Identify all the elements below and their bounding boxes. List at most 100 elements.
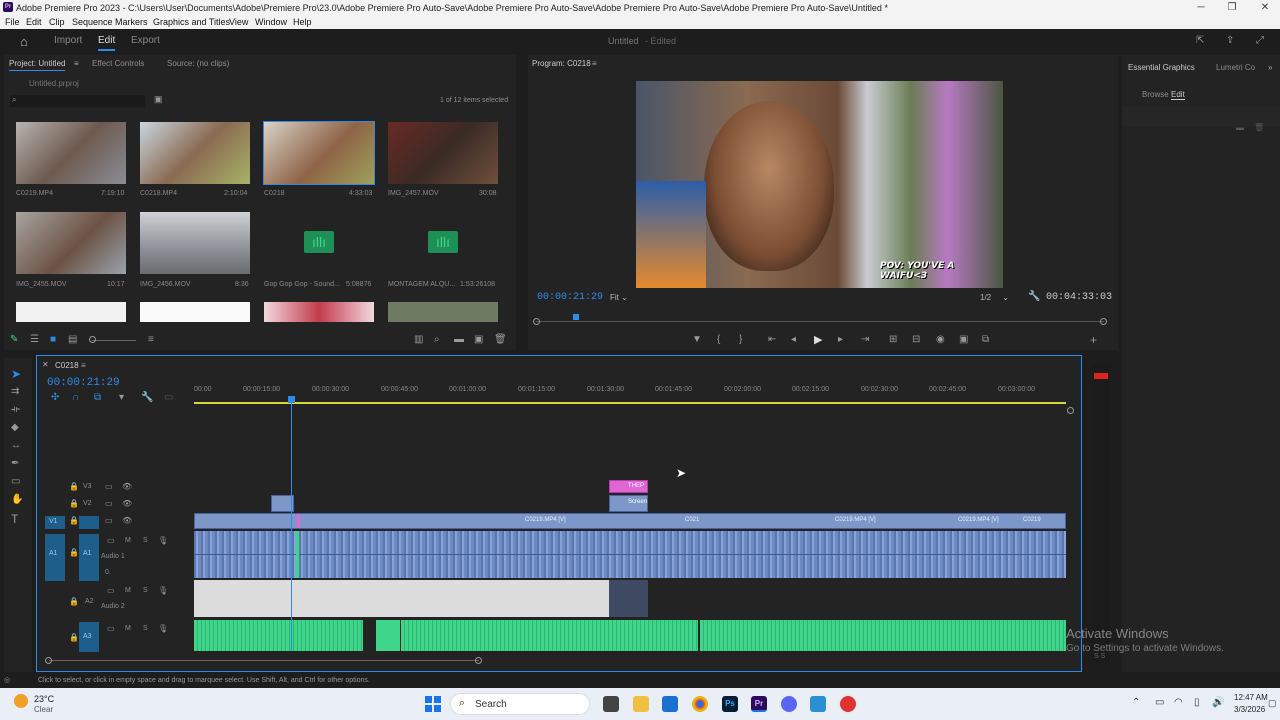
add-marker-icon[interactable]: ▼: [692, 334, 702, 345]
thumbnail-partial[interactable]: [264, 302, 374, 322]
monitor-scrubber[interactable]: [536, 321, 1104, 322]
menu-help[interactable]: Help: [293, 17, 312, 27]
find-icon[interactable]: ⌕: [434, 334, 440, 345]
thumbnail-c0218-seq[interactable]: [263, 121, 375, 185]
sync-lock-icon[interactable]: ▭: [107, 536, 115, 545]
music-clip-2[interactable]: [376, 620, 400, 651]
quick-export-icon[interactable]: ⇱: [1196, 35, 1204, 46]
eye-icon[interactable]: 👁: [122, 516, 132, 525]
automate-icon[interactable]: ▥: [414, 334, 423, 345]
menu-window[interactable]: Window: [255, 17, 287, 27]
music-clip-1[interactable]: [194, 620, 363, 651]
taskbar-search[interactable]: ⌕ Search: [450, 693, 590, 715]
start-button[interactable]: [425, 696, 441, 712]
tab-import[interactable]: Import: [54, 35, 82, 46]
playhead-line[interactable]: [291, 401, 292, 651]
menu-file[interactable]: File: [5, 17, 20, 27]
screen-clip[interactable]: Screen: [609, 495, 648, 512]
zoom-slider[interactable]: [92, 340, 136, 341]
thumbnail-gop-audio[interactable]: ıllı: [264, 212, 374, 274]
app-icon[interactable]: [810, 696, 826, 712]
nest-icon[interactable]: ✣: [51, 392, 59, 403]
sync-lock-icon[interactable]: ▭: [105, 516, 113, 525]
maximize-icon[interactable]: ❐: [1217, 0, 1247, 15]
panel-menu-icon[interactable]: ≡: [592, 59, 597, 68]
network-icon[interactable]: ▭: [1155, 697, 1164, 708]
sort-icon[interactable]: ≡: [148, 334, 154, 345]
tab-edit[interactable]: Edit: [98, 35, 116, 51]
a2-audio-clip[interactable]: [609, 580, 648, 617]
monitor-playhead[interactable]: [573, 314, 579, 320]
task-view-icon[interactable]: [603, 696, 619, 712]
vertical-scroll-handle[interactable]: [1067, 407, 1074, 414]
notification-icon[interactable]: ▢: [1268, 698, 1277, 709]
chrome-icon[interactable]: [692, 696, 708, 712]
play-icon[interactable]: ▶: [814, 333, 822, 346]
thumbnail-img2455[interactable]: [16, 212, 126, 274]
lock-icon[interactable]: 🔒: [69, 499, 79, 508]
work-area-bar[interactable]: [194, 402, 1066, 404]
search-input[interactable]: [10, 95, 145, 107]
video-preview[interactable]: POV: YOU'VE A WAIFU<3: [636, 81, 1003, 288]
slip-tool-icon[interactable]: ↔: [11, 440, 21, 451]
scroll-start-handle[interactable]: [45, 657, 52, 664]
share-icon[interactable]: ⇪: [1226, 35, 1234, 46]
menu-clip[interactable]: Clip: [49, 17, 65, 27]
thumbnail-img2457[interactable]: [388, 122, 498, 184]
sync-lock-icon[interactable]: ▭: [105, 482, 113, 491]
resolution-dropdown[interactable]: 1/2 ⌄: [980, 293, 1009, 302]
selection-tool-icon[interactable]: ➤: [11, 367, 21, 381]
tab-project[interactable]: Project: Untitled: [9, 59, 66, 71]
more-panels-icon[interactable]: »: [1268, 63, 1272, 72]
lock-icon[interactable]: 🔒: [69, 516, 79, 525]
new-bin-icon[interactable]: ▣: [154, 94, 163, 105]
captions-icon[interactable]: ▭: [164, 392, 173, 403]
list-view-icon[interactable]: ☰: [30, 334, 39, 345]
menu-markers[interactable]: Markers: [115, 17, 148, 27]
mark-in-icon[interactable]: {: [717, 334, 720, 345]
microphone-icon[interactable]: 🎙: [158, 624, 168, 633]
thumbnail-partial[interactable]: [16, 302, 126, 322]
add-marker-icon[interactable]: ▾: [119, 392, 124, 403]
a1-audio-clip[interactable]: [194, 531, 1066, 578]
new-item-icon[interactable]: ▣: [474, 334, 483, 345]
menu-sequence[interactable]: Sequence: [72, 17, 113, 27]
button-editor-icon[interactable]: +: [1090, 333, 1097, 347]
tab-essential-graphics[interactable]: Essential Graphics: [1128, 63, 1195, 72]
tab-export[interactable]: Export: [131, 35, 160, 46]
music-clip-4[interactable]: [700, 620, 1066, 651]
comparison-view-icon[interactable]: ▣: [959, 334, 968, 345]
horizontal-scrollbar[interactable]: [49, 660, 479, 661]
playhead-handle[interactable]: [288, 396, 295, 403]
v1-clip-track[interactable]: C0219.MP4 [V] C021 C0219.MP4 [V] C0219.M…: [194, 513, 1066, 529]
time-ruler[interactable]: 00:00 00:00:15:00 00:00:30:00 00:00:45:0…: [194, 380, 1066, 404]
track-target-a1[interactable]: A1: [79, 534, 99, 581]
eye-icon[interactable]: 👁: [122, 482, 132, 491]
solo-button[interactable]: S: [143, 587, 148, 594]
timeline-timecode[interactable]: 00:00:21:29: [47, 377, 120, 389]
panel-menu-icon[interactable]: ≡: [81, 361, 86, 370]
step-forward-icon[interactable]: ▸: [838, 334, 843, 345]
tab-lumetri[interactable]: Lumetri Co: [1216, 63, 1255, 72]
sync-lock-icon[interactable]: ▭: [107, 586, 115, 595]
wifi-icon[interactable]: ◠: [1174, 697, 1183, 708]
step-back-icon[interactable]: ◂: [791, 334, 796, 345]
new-bin-icon[interactable]: ▬: [454, 334, 464, 345]
thumbnail-partial[interactable]: [140, 302, 250, 322]
go-to-out-icon[interactable]: ⇥: [861, 334, 869, 345]
extract-icon[interactable]: ⊟: [912, 334, 920, 345]
razor-tool-icon[interactable]: ◆: [11, 422, 19, 433]
snap-icon[interactable]: ∩: [72, 392, 79, 403]
discord-icon[interactable]: [781, 696, 797, 712]
lock-icon[interactable]: 🔒: [69, 633, 79, 642]
store-icon[interactable]: [662, 696, 678, 712]
rectangle-tool-icon[interactable]: ▭: [11, 476, 20, 487]
title-clip[interactable]: THEP: [609, 480, 648, 493]
close-icon[interactable]: ✕: [1250, 0, 1280, 15]
sync-lock-icon[interactable]: ▭: [105, 499, 113, 508]
lock-icon[interactable]: 🔒: [69, 597, 79, 606]
icon-view-icon[interactable]: ■: [50, 334, 56, 345]
menu-edit[interactable]: Edit: [26, 17, 42, 27]
freeform-view-icon[interactable]: ▤: [68, 334, 77, 345]
thumbnail-partial[interactable]: [388, 302, 498, 322]
